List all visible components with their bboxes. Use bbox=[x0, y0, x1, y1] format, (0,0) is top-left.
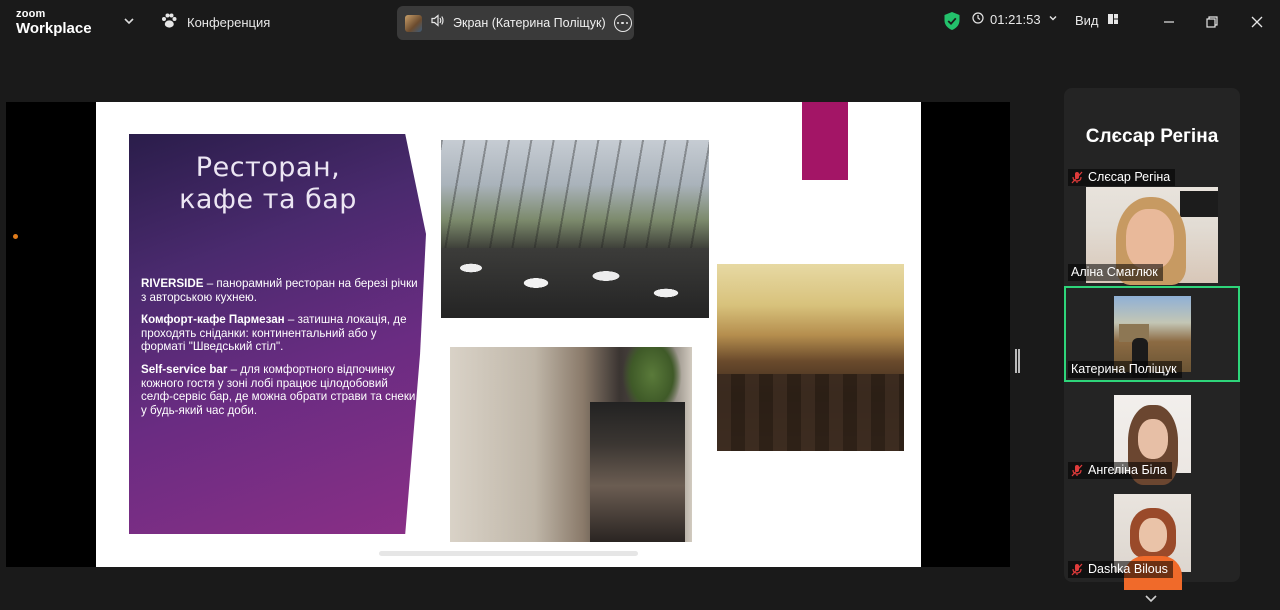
speaker-icon[interactable] bbox=[430, 13, 445, 33]
active-speaker-name: Слєсар Регіна bbox=[1085, 126, 1219, 147]
slide-body: RIVERSIDE – панорамний ресторан на берез… bbox=[141, 277, 423, 426]
paw-icon bbox=[160, 12, 178, 33]
participant-name: Аліна Смаглюк bbox=[1068, 264, 1163, 281]
view-grid-icon bbox=[1107, 13, 1119, 28]
panel-resize-handle[interactable] bbox=[1015, 349, 1020, 373]
slide-paragraph: Комфорт-кафе Пармезан – затишна локація,… bbox=[141, 313, 407, 354]
meeting-label: Конференция bbox=[187, 14, 271, 30]
view-label: Вид bbox=[1075, 13, 1099, 28]
slide-scroll-indicator bbox=[379, 551, 638, 556]
participant-name: Ангеліна Біла bbox=[1068, 462, 1172, 479]
chevron-down-icon[interactable] bbox=[1143, 592, 1159, 610]
sharer-avatar bbox=[405, 14, 422, 32]
participant-tile[interactable]: Ангеліна Біла bbox=[1064, 393, 1240, 485]
slide-paragraph: Self-service bar – для комфортного відпо… bbox=[141, 362, 416, 417]
restore-icon[interactable] bbox=[1200, 10, 1224, 34]
meeting-timer[interactable]: 01:21:53 bbox=[972, 12, 1059, 27]
slide-title: Ресторан, кафе та бар bbox=[179, 152, 357, 215]
more-horizontal-icon[interactable] bbox=[613, 14, 632, 32]
close-icon[interactable] bbox=[1245, 10, 1269, 34]
view-button[interactable]: Вид bbox=[1075, 13, 1119, 28]
mic-muted-icon bbox=[1071, 563, 1083, 576]
timer-value: 01:21:53 bbox=[990, 12, 1041, 27]
logo-brand-line1: zoom bbox=[16, 8, 46, 20]
cafe-photo bbox=[717, 264, 904, 451]
minimize-icon[interactable] bbox=[1157, 10, 1181, 34]
presentation-slide: Ресторан, кафе та бар RIVERSIDE – панора… bbox=[96, 102, 921, 567]
participant-name: Dashka Bilous bbox=[1068, 561, 1173, 578]
screen-share-pill[interactable]: Экран (Катерина Поліщук) bbox=[397, 6, 634, 40]
chevron-down-icon[interactable] bbox=[120, 12, 138, 30]
participant-tile[interactable]: Слєсар Регіна bbox=[1064, 166, 1240, 186]
restaurant-photo bbox=[441, 140, 709, 318]
chevron-down-icon bbox=[1047, 12, 1059, 27]
participant-name: Слєсар Регіна bbox=[1068, 169, 1176, 186]
meeting-info-button[interactable]: Конференция bbox=[160, 12, 270, 32]
participant-tile-active[interactable]: Катерина Поліщук bbox=[1064, 286, 1240, 382]
slide-accent-bar bbox=[802, 102, 848, 180]
participant-tile[interactable]: Dashka Bilous bbox=[1064, 492, 1240, 590]
pointer-dot bbox=[13, 234, 18, 239]
participant-tile[interactable]: Аліна Смаглюк bbox=[1064, 187, 1240, 285]
share-label: Экран (Катерина Поліщук) bbox=[453, 16, 606, 30]
clock-icon bbox=[972, 12, 984, 27]
top-bar: zoom Workplace Конференция Экран (Катери… bbox=[0, 0, 1280, 44]
logo-brand-line2: Workplace bbox=[16, 20, 92, 37]
bar-photo bbox=[450, 347, 692, 542]
slide-paragraph: RIVERSIDE – панорамний ресторан на берез… bbox=[141, 277, 418, 304]
mic-muted-icon bbox=[1071, 464, 1083, 477]
mic-muted-icon bbox=[1071, 171, 1083, 184]
zoom-logo: zoom Workplace bbox=[16, 8, 92, 37]
participant-name: Катерина Поліщук bbox=[1068, 361, 1182, 378]
shield-check-icon[interactable] bbox=[943, 11, 961, 36]
